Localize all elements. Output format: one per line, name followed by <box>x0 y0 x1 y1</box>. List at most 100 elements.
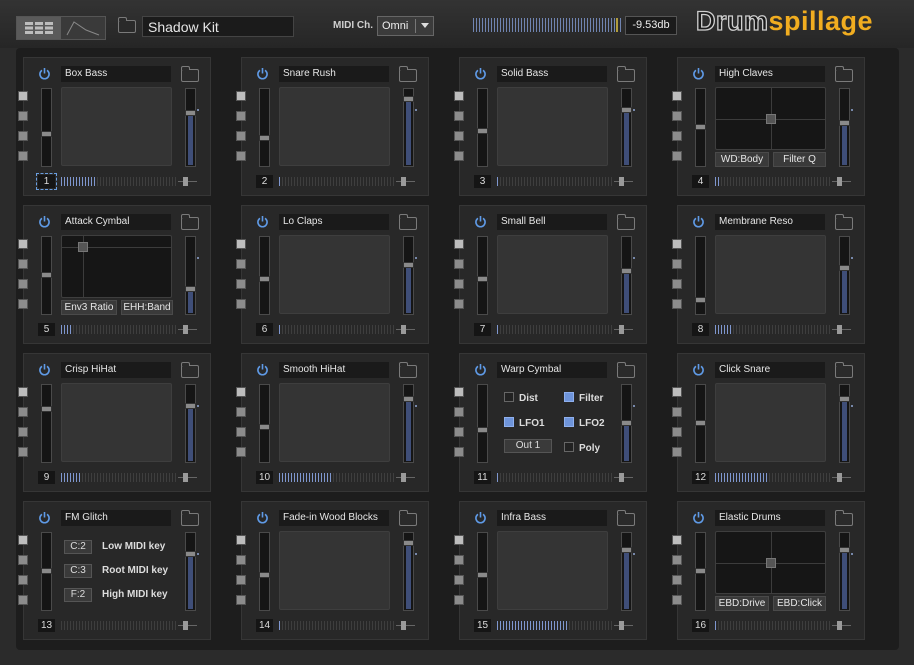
kit-name-field[interactable]: Shadow Kit <box>142 16 294 37</box>
trigger-square[interactable] <box>454 407 464 417</box>
trigger-square[interactable] <box>236 279 246 289</box>
pad-name-field[interactable]: Click Snare <box>715 362 825 378</box>
volume-slider[interactable] <box>403 236 417 315</box>
pitch-slider-thumb[interactable] <box>41 568 52 574</box>
pitch-slider[interactable] <box>41 532 52 611</box>
volume-slider[interactable] <box>185 88 199 167</box>
volume-slider[interactable] <box>839 384 853 463</box>
trigger-square[interactable] <box>18 239 28 249</box>
master-gain-readout[interactable]: -9.53db <box>625 16 677 35</box>
midi-channel-select[interactable]: Omni <box>377 16 434 36</box>
pan-slider[interactable] <box>832 473 851 482</box>
pitch-slider-thumb[interactable] <box>259 276 270 282</box>
trigger-square[interactable] <box>236 555 246 565</box>
trigger-square[interactable] <box>454 447 464 457</box>
pitch-slider-thumb[interactable] <box>477 572 488 578</box>
pad-folder-icon[interactable] <box>399 66 417 82</box>
xy-pad[interactable] <box>497 87 608 166</box>
pad-number[interactable]: 8 <box>692 323 709 336</box>
pan-slider[interactable] <box>614 177 633 186</box>
pad-folder-icon[interactable] <box>181 214 199 230</box>
trigger-square[interactable] <box>672 555 682 565</box>
pad-name-field[interactable]: FM Glitch <box>61 510 171 526</box>
xy-pad[interactable] <box>61 87 172 166</box>
pitch-slider[interactable] <box>259 88 270 167</box>
power-icon[interactable] <box>256 511 269 524</box>
trigger-square[interactable] <box>454 239 464 249</box>
volume-slider[interactable] <box>185 532 199 611</box>
pad-number[interactable]: 15 <box>474 619 491 632</box>
midi-key-value[interactable]: C:3 <box>64 564 92 578</box>
pitch-slider[interactable] <box>477 532 488 611</box>
pitch-slider[interactable] <box>41 384 52 463</box>
xy-handle[interactable] <box>78 242 88 252</box>
trigger-square[interactable] <box>18 259 28 269</box>
checkbox[interactable] <box>564 417 574 427</box>
volume-slider-thumb[interactable] <box>621 268 632 274</box>
pitch-slider[interactable] <box>477 236 488 315</box>
pitch-slider[interactable] <box>259 236 270 315</box>
xy-pad[interactable] <box>715 531 826 594</box>
midi-key-value[interactable]: F:2 <box>64 588 92 602</box>
pad-name-field[interactable]: Snare Rush <box>279 66 389 82</box>
pad-folder-icon[interactable] <box>835 214 853 230</box>
volume-slider-thumb[interactable] <box>839 120 850 126</box>
pan-slider[interactable] <box>832 177 851 186</box>
xy-handle[interactable] <box>766 558 776 568</box>
envelope-view-button[interactable] <box>61 17 105 39</box>
pan-slider[interactable] <box>614 473 633 482</box>
power-icon[interactable] <box>256 363 269 376</box>
pitch-slider-thumb[interactable] <box>259 572 270 578</box>
checkbox[interactable] <box>504 392 514 402</box>
volume-slider[interactable] <box>839 532 853 611</box>
trigger-square[interactable] <box>236 595 246 605</box>
checkbox[interactable] <box>504 417 514 427</box>
trigger-square[interactable] <box>18 555 28 565</box>
trigger-square[interactable] <box>236 239 246 249</box>
pitch-slider-thumb[interactable] <box>695 420 706 426</box>
trigger-square[interactable] <box>236 575 246 585</box>
pan-slider[interactable] <box>178 473 197 482</box>
volume-slider[interactable] <box>403 88 417 167</box>
xy-pad[interactable] <box>61 383 172 462</box>
trigger-square[interactable] <box>672 427 682 437</box>
trigger-square[interactable] <box>18 279 28 289</box>
pan-slider[interactable] <box>614 325 633 334</box>
pad-folder-icon[interactable] <box>617 66 635 82</box>
trigger-square[interactable] <box>18 427 28 437</box>
trigger-square[interactable] <box>672 387 682 397</box>
pad-number[interactable]: 5 <box>38 323 55 336</box>
pad-folder-icon[interactable] <box>617 362 635 378</box>
trigger-square[interactable] <box>672 259 682 269</box>
trigger-square[interactable] <box>672 595 682 605</box>
volume-slider[interactable] <box>839 88 853 167</box>
pan-slider[interactable] <box>396 177 415 186</box>
trigger-square[interactable] <box>672 131 682 141</box>
pad-folder-icon[interactable] <box>181 66 199 82</box>
power-icon[interactable] <box>692 67 705 80</box>
pitch-slider-thumb[interactable] <box>695 568 706 574</box>
pad-name-field[interactable]: Fade-in Wood Blocks <box>279 510 389 526</box>
pitch-slider[interactable] <box>259 532 270 611</box>
trigger-square[interactable] <box>454 279 464 289</box>
pad-name-field[interactable]: Attack Cymbal <box>61 214 171 230</box>
volume-slider-thumb[interactable] <box>621 107 632 113</box>
power-icon[interactable] <box>692 215 705 228</box>
pitch-slider-thumb[interactable] <box>695 124 706 130</box>
pitch-slider[interactable] <box>259 384 270 463</box>
trigger-square[interactable] <box>672 151 682 161</box>
volume-slider-thumb[interactable] <box>185 403 196 409</box>
xy-handle[interactable] <box>766 114 776 124</box>
pad-number[interactable]: 3 <box>474 175 491 188</box>
power-icon[interactable] <box>38 363 51 376</box>
volume-slider-thumb[interactable] <box>839 547 850 553</box>
trigger-square[interactable] <box>454 131 464 141</box>
trigger-square[interactable] <box>672 239 682 249</box>
pad-folder-icon[interactable] <box>181 362 199 378</box>
trigger-square[interactable] <box>18 91 28 101</box>
trigger-square[interactable] <box>672 535 682 545</box>
xy-pad[interactable] <box>497 235 608 314</box>
pad-number[interactable]: 6 <box>256 323 273 336</box>
trigger-square[interactable] <box>236 447 246 457</box>
mod-target-button[interactable]: EBD:Drive <box>715 596 769 611</box>
